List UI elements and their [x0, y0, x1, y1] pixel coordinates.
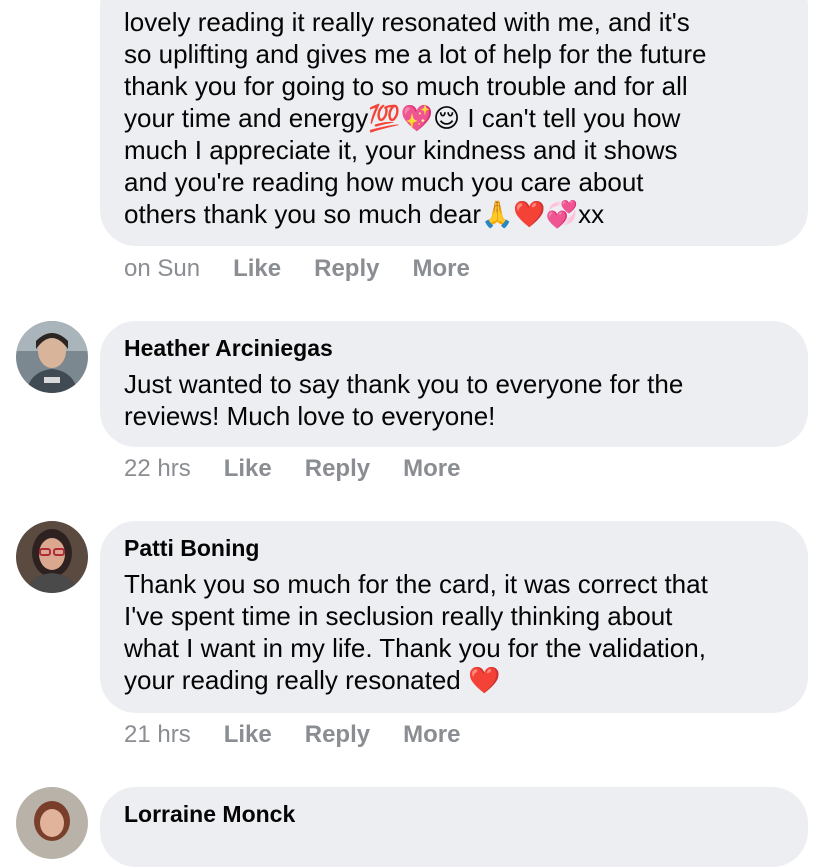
like-button[interactable]: Like	[224, 455, 272, 483]
reply-button[interactable]: Reply	[305, 455, 370, 483]
comment-text: Thank you so much for the card, it was c…	[124, 569, 708, 695]
comment-actions: 21 hrs Like Reply More	[124, 721, 493, 749]
more-button[interactable]: More	[403, 455, 460, 483]
more-button[interactable]: More	[403, 721, 460, 749]
reply-button[interactable]: Reply	[314, 255, 379, 283]
comment-actions: 22 hrs Like Reply More	[124, 455, 493, 483]
comment-timestamp[interactable]: 21 hrs	[124, 721, 191, 749]
comment-bubble: Heather Arciniegas Just wanted to say th…	[100, 321, 808, 447]
comment-text: lovely reading it really resonated with …	[124, 7, 707, 229]
comment-bubble: lovely reading it really resonated with …	[100, 0, 808, 246]
comment-author[interactable]: Heather Arciniegas	[124, 335, 784, 361]
avatar-lorraine[interactable]	[16, 787, 88, 859]
comment-bubble: Lorraine Monck	[100, 787, 808, 867]
comment-timestamp[interactable]: on Sun	[124, 255, 200, 283]
comment-text: Just wanted to say thank you to everyone…	[124, 369, 684, 431]
reply-button[interactable]: Reply	[305, 721, 370, 749]
avatar-image	[16, 521, 88, 593]
comment-bubble: Patti Boning Thank you so much for the c…	[100, 521, 808, 713]
avatar-image	[16, 321, 88, 393]
like-button[interactable]: Like	[233, 255, 281, 283]
avatar-heather[interactable]	[16, 321, 88, 393]
avatar-patti[interactable]	[16, 521, 88, 593]
like-button[interactable]: Like	[224, 721, 272, 749]
more-button[interactable]: More	[412, 255, 469, 283]
comment-actions: on Sun Like Reply More	[124, 255, 503, 283]
avatar-image	[16, 787, 88, 859]
comment-author[interactable]: Lorraine Monck	[124, 801, 784, 827]
comment-author[interactable]: Patti Boning	[124, 535, 784, 561]
comment-timestamp[interactable]: 22 hrs	[124, 455, 191, 483]
